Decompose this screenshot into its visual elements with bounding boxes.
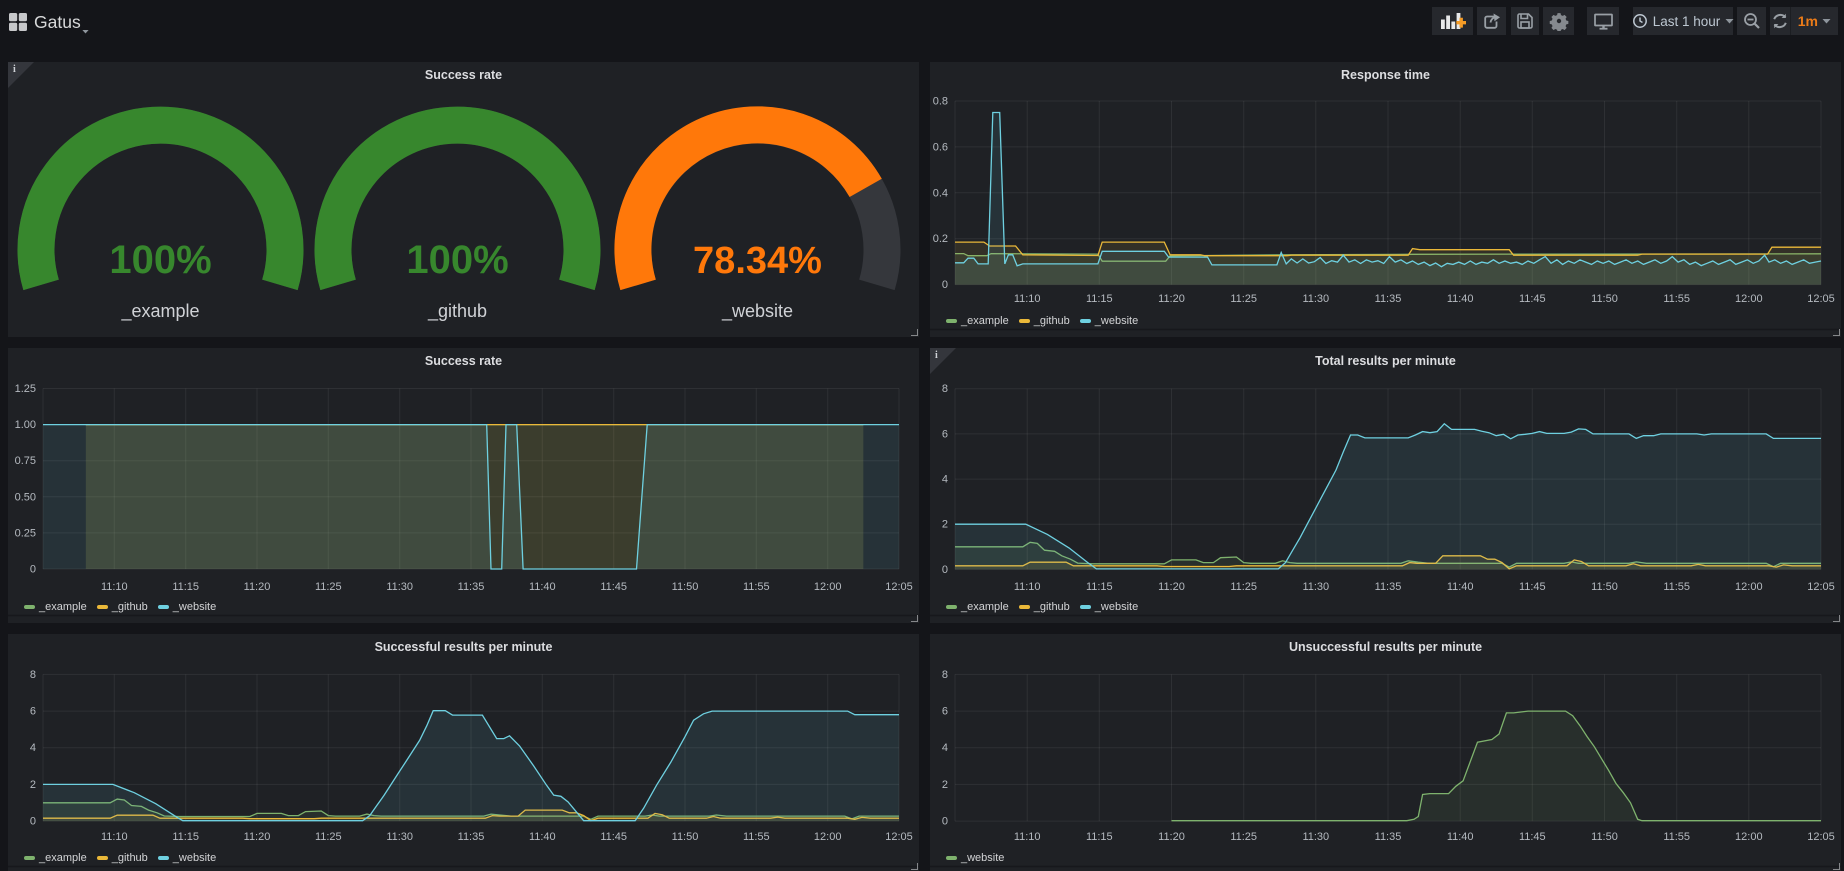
svg-text:11:40: 11:40	[529, 831, 556, 843]
svg-text:0.50: 0.50	[15, 491, 36, 503]
svg-text:100%: 100%	[406, 238, 508, 282]
svg-text:12:00: 12:00	[1735, 581, 1763, 593]
svg-text:_github: _github	[427, 301, 487, 322]
svg-text:11:10: 11:10	[1014, 831, 1041, 843]
svg-text:11:50: 11:50	[1591, 831, 1618, 843]
svg-text:0.25: 0.25	[15, 527, 36, 539]
svg-text:11:40: 11:40	[1447, 581, 1474, 593]
svg-text:4: 4	[942, 474, 948, 486]
svg-text:6: 6	[30, 706, 36, 718]
svg-text:12:05: 12:05	[1807, 293, 1835, 305]
svg-text:11:10: 11:10	[101, 581, 128, 593]
svg-text:0: 0	[942, 279, 948, 291]
svg-text:11:35: 11:35	[458, 581, 485, 593]
svg-text:11:50: 11:50	[1591, 293, 1618, 305]
svg-text:0.75: 0.75	[15, 455, 36, 467]
svg-text:11:35: 11:35	[1375, 581, 1402, 593]
svg-text:_website: _website	[721, 301, 793, 322]
svg-text:11:55: 11:55	[743, 581, 770, 593]
svg-text:11:45: 11:45	[1519, 293, 1546, 305]
svg-text:100%: 100%	[109, 238, 211, 282]
svg-text:11:45: 11:45	[600, 581, 627, 593]
svg-text:0.6: 0.6	[933, 141, 948, 153]
svg-text:11:25: 11:25	[315, 581, 342, 593]
svg-text:11:25: 11:25	[1230, 293, 1257, 305]
svg-text:11:50: 11:50	[1591, 581, 1618, 593]
svg-text:11:30: 11:30	[1302, 293, 1329, 305]
svg-text:11:20: 11:20	[1158, 581, 1185, 593]
svg-text:8: 8	[942, 383, 948, 395]
svg-text:11:55: 11:55	[1663, 293, 1690, 305]
svg-text:11:40: 11:40	[1447, 293, 1474, 305]
svg-text:11:20: 11:20	[1158, 831, 1185, 843]
svg-text:0.2: 0.2	[933, 233, 948, 245]
svg-text:11:45: 11:45	[600, 831, 627, 843]
svg-text:6: 6	[942, 706, 948, 718]
svg-text:11:30: 11:30	[386, 581, 413, 593]
svg-text:12:00: 12:00	[1735, 831, 1763, 843]
svg-text:8: 8	[30, 669, 36, 681]
svg-text:11:50: 11:50	[672, 581, 699, 593]
svg-text:11:30: 11:30	[386, 831, 413, 843]
svg-text:2: 2	[942, 519, 948, 531]
svg-text:4: 4	[942, 742, 948, 754]
svg-text:11:25: 11:25	[315, 831, 342, 843]
svg-text:0.8: 0.8	[933, 96, 948, 108]
svg-text:11:45: 11:45	[1519, 831, 1546, 843]
svg-text:12:00: 12:00	[1735, 293, 1763, 305]
svg-text:12:05: 12:05	[885, 831, 913, 843]
svg-text:12:00: 12:00	[814, 581, 842, 593]
svg-text:11:15: 11:15	[172, 581, 199, 593]
svg-text:11:25: 11:25	[1230, 831, 1257, 843]
svg-text:_example: _example	[120, 301, 199, 322]
svg-text:11:20: 11:20	[1158, 293, 1185, 305]
svg-text:11:40: 11:40	[1447, 831, 1474, 843]
svg-text:11:55: 11:55	[1663, 831, 1690, 843]
svg-text:0: 0	[30, 816, 36, 828]
svg-text:12:05: 12:05	[885, 581, 913, 593]
svg-text:2: 2	[942, 779, 948, 791]
svg-text:11:10: 11:10	[1014, 581, 1041, 593]
svg-text:0: 0	[942, 564, 948, 576]
svg-text:11:55: 11:55	[743, 831, 770, 843]
svg-text:11:35: 11:35	[1375, 831, 1402, 843]
svg-text:12:00: 12:00	[814, 831, 842, 843]
svg-text:11:15: 11:15	[172, 831, 199, 843]
svg-text:8: 8	[942, 669, 948, 681]
svg-text:11:15: 11:15	[1086, 831, 1113, 843]
svg-text:2: 2	[30, 779, 36, 791]
svg-text:11:35: 11:35	[1375, 293, 1402, 305]
svg-text:11:25: 11:25	[1230, 581, 1257, 593]
svg-text:0: 0	[942, 816, 948, 828]
svg-text:6: 6	[942, 428, 948, 440]
svg-text:1.00: 1.00	[15, 419, 36, 431]
svg-text:4: 4	[30, 742, 36, 754]
svg-text:1.25: 1.25	[15, 383, 36, 395]
svg-text:11:40: 11:40	[529, 581, 556, 593]
svg-text:0: 0	[30, 564, 36, 576]
svg-text:12:05: 12:05	[1807, 581, 1835, 593]
svg-text:11:30: 11:30	[1302, 831, 1329, 843]
svg-text:11:15: 11:15	[1086, 293, 1113, 305]
svg-text:11:45: 11:45	[1519, 581, 1546, 593]
svg-text:11:55: 11:55	[1663, 581, 1690, 593]
svg-text:11:35: 11:35	[458, 831, 485, 843]
svg-text:11:20: 11:20	[244, 831, 271, 843]
svg-text:11:10: 11:10	[101, 831, 128, 843]
svg-text:11:20: 11:20	[244, 581, 271, 593]
svg-text:11:50: 11:50	[672, 831, 699, 843]
svg-text:0.4: 0.4	[933, 187, 948, 199]
svg-text:11:10: 11:10	[1014, 293, 1041, 305]
svg-text:11:15: 11:15	[1086, 581, 1113, 593]
svg-text:78.34%: 78.34%	[693, 240, 822, 282]
svg-text:12:05: 12:05	[1807, 831, 1835, 843]
svg-text:11:30: 11:30	[1302, 581, 1329, 593]
